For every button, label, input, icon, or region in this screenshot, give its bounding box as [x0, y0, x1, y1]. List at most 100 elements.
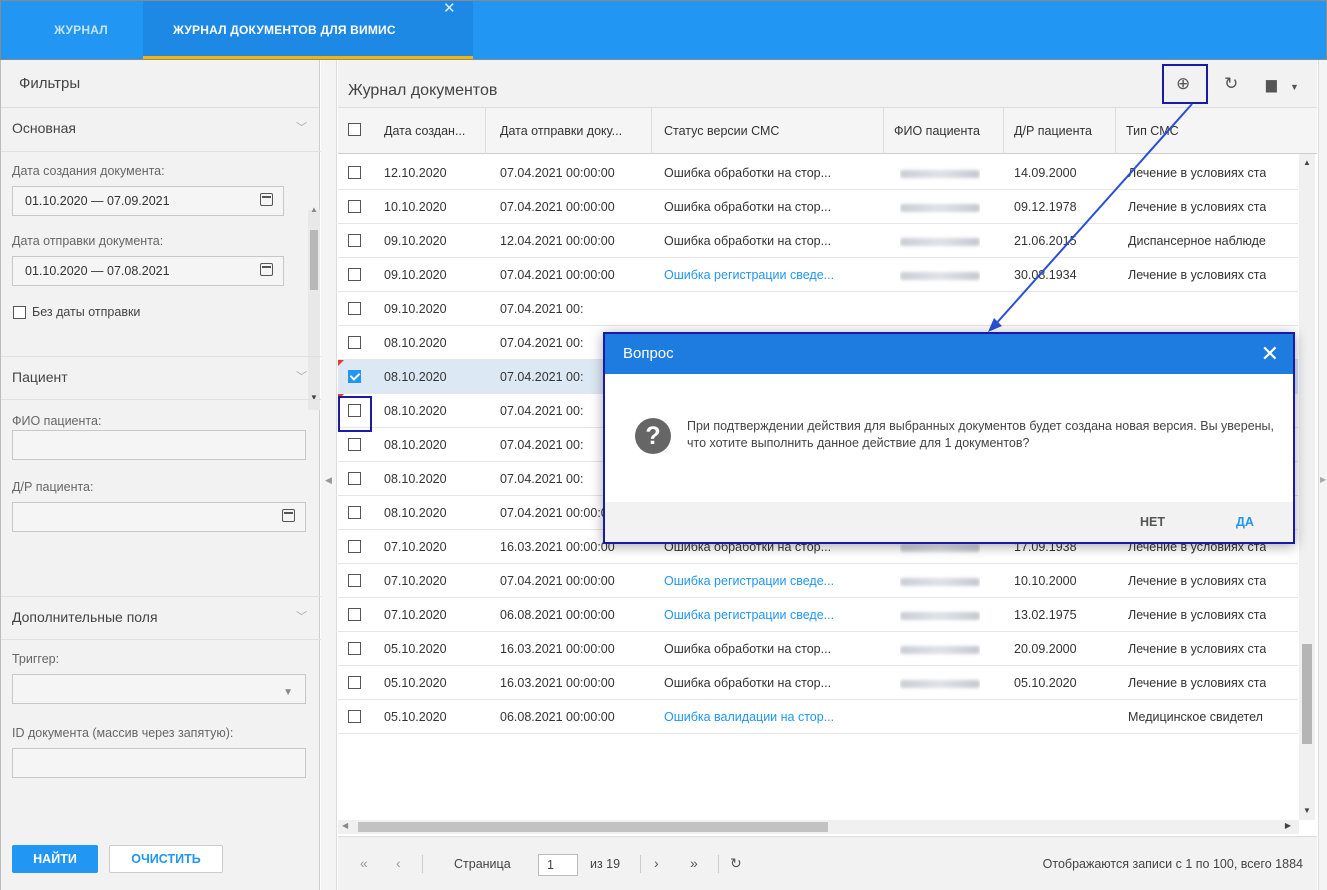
row-checkbox[interactable] — [348, 438, 361, 451]
calendar-icon[interactable] — [260, 263, 273, 276]
cell-type: Лечение в условиях ста — [1128, 608, 1267, 622]
patient-dob-input[interactable] — [12, 502, 306, 532]
no-button[interactable]: НЕТ — [1140, 502, 1165, 542]
scroll-thumb[interactable] — [358, 822, 828, 832]
refresh-icon[interactable]: ↻ — [1224, 74, 1238, 94]
section-main[interactable]: Основная ﹀ — [1, 108, 321, 152]
table-row[interactable]: 09.10.2020 07.04.2021 00:00:00 Ошибка реги… — [338, 258, 1298, 292]
table-row[interactable]: 09.10.2020 12.04.2021 00:00:00 Ошибка обра… — [338, 224, 1298, 258]
table-row[interactable]: 05.10.2020 06.08.2021 00:00:00 Ошибка вали… — [338, 700, 1298, 734]
first-page-icon[interactable]: « — [360, 855, 368, 871]
col-fio[interactable]: ФИО пациента — [886, 108, 1004, 154]
cell-fio — [900, 190, 980, 226]
table-row[interactable]: 05.10.2020 16.03.2021 00:00:00 Ошибка обра… — [338, 666, 1298, 700]
row-checkbox[interactable] — [348, 642, 361, 655]
section-extra[interactable]: Дополнительные поля ﹀ — [1, 596, 321, 640]
clear-button[interactable]: ОЧИСТИТЬ — [109, 845, 223, 873]
question-icon: ? — [635, 418, 671, 454]
page-input[interactable]: 1 — [538, 854, 578, 876]
col-dob[interactable]: Д/Р пациента — [1006, 108, 1116, 154]
table-vscroll[interactable]: ▲ ▼ — [1299, 154, 1315, 820]
table-row[interactable]: 10.10.2020 07.04.2021 00:00:00 Ошибка обра… — [338, 190, 1298, 224]
cell-created: 09.10.2020 — [384, 302, 447, 316]
chevron-down-icon[interactable]: ﹀ — [296, 357, 307, 397]
table-row[interactable]: 05.10.2020 16.03.2021 00:00:00 Ошибка обра… — [338, 632, 1298, 666]
no-send-date-checkbox[interactable] — [13, 306, 26, 319]
add-circle-icon[interactable]: ⊕ — [1176, 74, 1190, 94]
chevron-down-icon[interactable]: ▼ — [1290, 82, 1299, 92]
scroll-up-icon[interactable]: ▲ — [310, 205, 318, 214]
trigger-label: Триггер: — [12, 652, 60, 666]
row-checkbox[interactable] — [348, 336, 361, 349]
section-patient[interactable]: Пациент ﹀ — [1, 356, 321, 400]
page-of-label: из 19 — [590, 857, 621, 871]
cell-sent: 07.04.2021 00: — [500, 438, 584, 452]
trigger-select[interactable]: ▼ — [12, 674, 306, 704]
row-checkbox[interactable] — [348, 472, 361, 485]
scroll-thumb[interactable] — [310, 230, 318, 290]
collapse-left-icon[interactable]: ◀ — [325, 475, 332, 486]
col-status[interactable]: Статус версии СМС — [656, 108, 884, 154]
close-icon[interactable]: ✕ — [1261, 334, 1279, 374]
row-checkbox[interactable] — [348, 506, 361, 519]
row-checkbox[interactable] — [348, 302, 361, 315]
chevron-down-icon[interactable]: ﹀ — [296, 597, 307, 637]
print-icon[interactable]: ▆ — [1266, 76, 1277, 93]
table-row[interactable]: 12.10.2020 07.04.2021 00:00:00 Ошибка обра… — [338, 156, 1298, 190]
created-date-label: Дата создания документа: — [12, 164, 165, 178]
table-hscroll[interactable]: ◀ ▶ — [338, 820, 1299, 834]
cell-sent: 06.08.2021 00:00:00 — [500, 710, 615, 724]
row-checkbox[interactable] — [348, 608, 361, 621]
tab-journal[interactable]: ЖУРНАЛ — [19, 1, 143, 59]
scroll-up-icon[interactable]: ▲ — [1303, 158, 1311, 167]
cell-type: Лечение в условиях ста — [1128, 676, 1267, 690]
docid-input[interactable] — [12, 748, 306, 778]
chevron-down-icon[interactable]: ▼ — [283, 679, 293, 707]
panel-splitter[interactable]: ◀ — [321, 60, 337, 890]
cell-dob: 14.09.2000 — [1014, 166, 1077, 180]
yes-button[interactable]: ДА — [1236, 502, 1254, 542]
tab-vimis-journal[interactable]: ЖУРНАЛ ДОКУМЕНТОВ ДЛЯ ВИМИС ✕ — [143, 0, 473, 59]
find-button[interactable]: НАЙТИ — [12, 845, 98, 873]
table-row[interactable]: 07.10.2020 06.08.2021 00:00:00 Ошибка реги… — [338, 598, 1298, 632]
cell-status: Ошибка обработки на стор... — [664, 676, 832, 690]
select-all-checkbox[interactable] — [348, 123, 361, 136]
row-checkbox[interactable] — [348, 268, 361, 281]
chevron-down-icon[interactable]: ﹀ — [296, 108, 307, 148]
cell-dob: 20.09.2000 — [1014, 642, 1077, 656]
right-edge[interactable]: ▶ — [1318, 60, 1327, 890]
last-page-icon[interactable]: » — [690, 855, 698, 871]
close-icon[interactable]: ✕ — [443, 0, 456, 19]
row-checkbox[interactable] — [348, 540, 361, 553]
scroll-left-icon[interactable]: ◀ — [342, 821, 348, 830]
refresh-icon[interactable]: ↻ — [730, 855, 742, 872]
prev-page-icon[interactable]: ‹ — [396, 855, 401, 871]
cell-type: Лечение в условиях ста — [1128, 166, 1267, 180]
col-sent[interactable]: Дата отправки доку... — [492, 108, 652, 154]
calendar-icon[interactable] — [282, 509, 295, 522]
col-type[interactable]: Тип СМС — [1118, 108, 1298, 154]
blurred-name — [900, 646, 980, 654]
collapse-right-icon[interactable]: ▶ — [1320, 475, 1326, 484]
created-date-input[interactable]: 01.10.2020 — 07.09.2021 — [12, 186, 284, 216]
row-checkbox[interactable] — [348, 234, 361, 247]
row-checkbox[interactable] — [348, 676, 361, 689]
row-checkbox[interactable] — [348, 200, 361, 213]
cell-type: Лечение в условиях ста — [1128, 642, 1267, 656]
sent-date-input[interactable]: 01.10.2020 — 07.08.2021 — [12, 256, 284, 286]
next-page-icon[interactable]: › — [654, 855, 659, 871]
row-checkbox[interactable] — [348, 710, 361, 723]
col-created[interactable]: Дата создан... — [376, 108, 486, 154]
table-row[interactable]: 07.10.2020 07.04.2021 00:00:00 Ошибка реги… — [338, 564, 1298, 598]
scroll-right-icon[interactable]: ▶ — [1285, 821, 1291, 830]
scroll-thumb[interactable] — [1302, 644, 1312, 744]
row-checkbox[interactable] — [348, 574, 361, 587]
patient-fio-input[interactable] — [12, 430, 306, 460]
row-checkbox[interactable] — [348, 166, 361, 179]
row-checkbox[interactable] — [348, 370, 361, 383]
scroll-down-icon[interactable]: ▼ — [1303, 806, 1311, 815]
blurred-name — [900, 680, 980, 688]
table-row[interactable]: 09.10.2020 07.04.2021 00: — [338, 292, 1298, 326]
calendar-icon[interactable] — [260, 193, 273, 206]
cell-sent: 07.04.2021 00: — [500, 472, 584, 486]
